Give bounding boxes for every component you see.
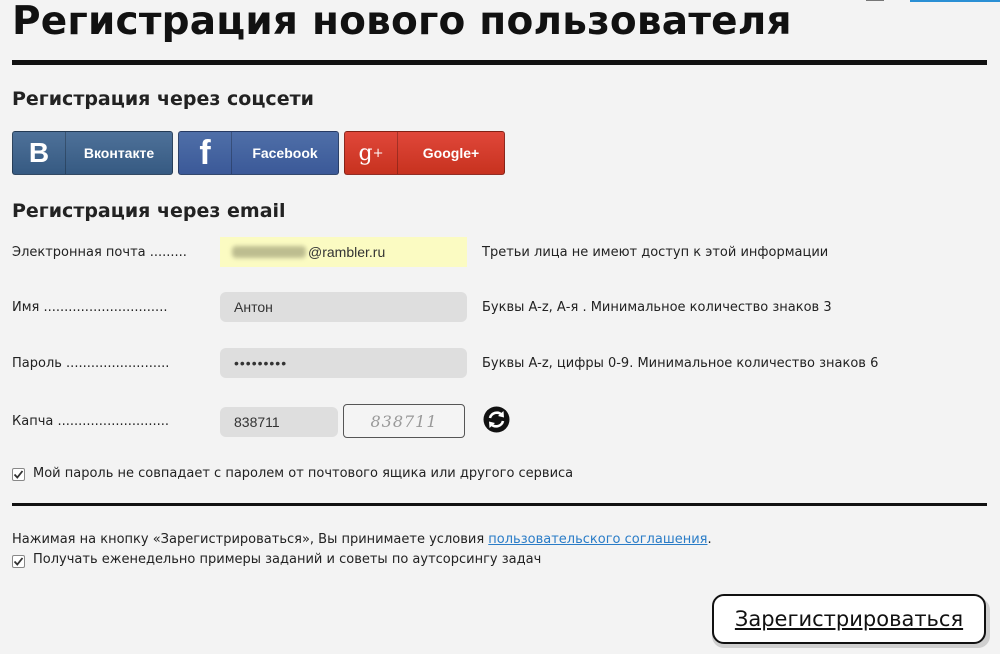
newsletter-label: Получать еженедельно примеры заданий и с… — [33, 552, 542, 567]
password-hint: Буквы A-z, цифры 0-9. Минимальное количе… — [482, 356, 879, 371]
password-label: Пароль ......................... — [12, 356, 170, 371]
email-label: Электронная почта ......... — [12, 245, 187, 260]
captcha-image-text: 838711 — [370, 411, 438, 431]
captcha-field[interactable]: 838711 — [220, 407, 338, 437]
vk-login-button[interactable]: B Вконтакте — [12, 131, 173, 175]
email-redacted-part — [232, 246, 306, 258]
email-hint: Третьи лица не имеют доступ к этой инфор… — [482, 245, 829, 260]
google-plus-login-button[interactable]: g + Google+ — [344, 131, 505, 175]
form-divider — [12, 503, 987, 506]
facebook-login-button[interactable]: f Facebook — [178, 131, 339, 175]
agreement-text: Нажимая на кнопку «Зарегистрироваться», … — [12, 532, 712, 547]
register-button[interactable]: Зарегистрироваться — [712, 594, 986, 644]
email-field[interactable]: @rambler.ru — [220, 237, 467, 267]
top-link-underline — [910, 0, 1000, 2]
google-plus-logo-icon: g + — [345, 132, 398, 174]
page-title: Регистрация нового пользователя — [12, 0, 792, 44]
facebook-logo-icon: f — [179, 132, 232, 174]
refresh-captcha-icon[interactable] — [483, 406, 510, 433]
name-hint: Буквы A-z, А-я . Минимальное количество … — [482, 300, 832, 315]
name-label: Имя .............................. — [12, 300, 168, 315]
vk-login-label: Вконтакте — [83, 145, 155, 161]
user-agreement-link[interactable]: пользовательского соглашения — [488, 532, 707, 547]
social-heading: Регистрация через соцсети — [12, 88, 314, 110]
captcha-label: Капча ........................... — [12, 414, 170, 429]
name-field[interactable]: Антон — [220, 292, 467, 322]
email-heading: Регистрация через email — [12, 200, 286, 222]
newsletter-checkbox[interactable] — [12, 555, 25, 568]
name-value: Антон — [234, 299, 273, 315]
checkmark-icon — [13, 557, 24, 566]
google-plus-login-label: Google+ — [422, 145, 480, 161]
agreement-text-after: . — [707, 532, 712, 547]
vk-logo-icon: B — [13, 132, 66, 174]
captcha-value: 838711 — [234, 414, 280, 430]
password-value: ••••••••• — [234, 355, 288, 371]
password-different-label: Мой пароль не совпадает с паролем от поч… — [33, 466, 574, 481]
agreement-text-before: Нажимая на кнопку «Зарегистрироваться», … — [12, 532, 489, 547]
password-field[interactable]: ••••••••• — [220, 348, 467, 378]
captcha-image: 838711 — [343, 404, 465, 438]
email-value: @rambler.ru — [308, 244, 386, 260]
facebook-login-label: Facebook — [252, 145, 318, 161]
title-divider — [12, 60, 987, 65]
password-different-checkbox[interactable] — [12, 468, 25, 481]
top-divider-fragment — [866, 0, 884, 1]
checkmark-icon — [13, 470, 24, 479]
